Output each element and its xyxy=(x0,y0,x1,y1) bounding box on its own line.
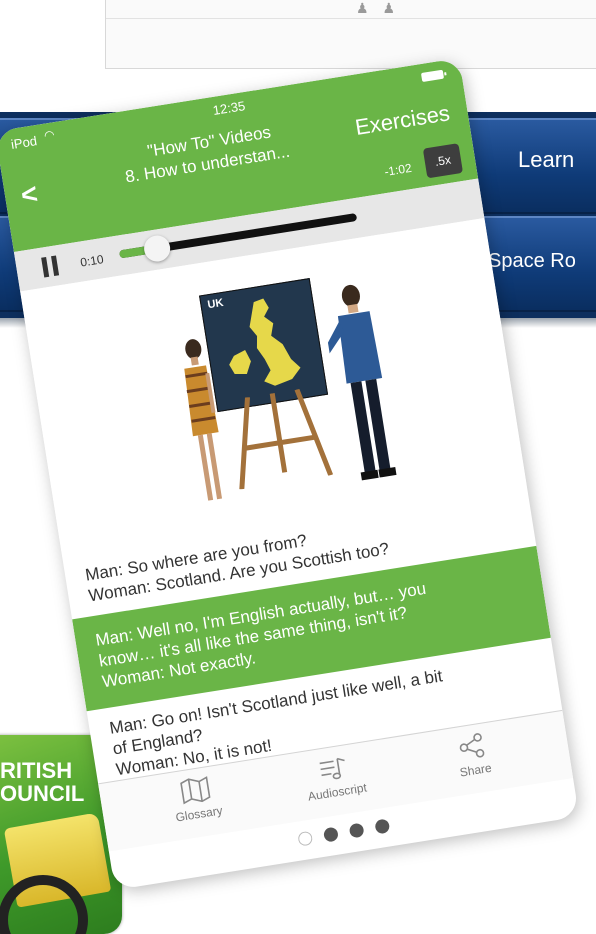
time-elapsed: 0:10 xyxy=(79,252,105,270)
page-dot[interactable] xyxy=(322,826,339,843)
app-icon-text-line2: OUNCIL xyxy=(0,781,85,806)
exercises-button[interactable]: Exercises xyxy=(353,100,451,141)
share-button[interactable]: Share xyxy=(425,727,521,785)
back-chevron-icon[interactable]: < xyxy=(19,178,40,211)
share-icon xyxy=(459,733,485,758)
progress-knob[interactable] xyxy=(142,233,173,264)
page-dot[interactable] xyxy=(297,830,314,847)
map-icon xyxy=(180,776,211,805)
audioscript-button[interactable]: Audioscript xyxy=(287,748,383,806)
background-strip xyxy=(106,18,596,19)
audioscript-label: Audioscript xyxy=(306,780,368,804)
glossary-button[interactable]: Glossary xyxy=(149,770,245,828)
nav-learn-link[interactable]: Learn xyxy=(518,147,574,173)
background-panel: ♟♟ xyxy=(105,0,596,69)
nav-space-link[interactable]: Space Ro xyxy=(488,250,576,273)
pause-icon[interactable] xyxy=(41,255,60,277)
app-icon-text-line1: RITISH xyxy=(0,758,73,783)
easel-icon xyxy=(239,388,334,490)
background-figures-icon: ♟♟ xyxy=(356,0,410,16)
page-dot[interactable] xyxy=(348,822,365,839)
playback-speed-button[interactable]: .5x xyxy=(422,143,464,179)
page-dot[interactable] xyxy=(374,818,391,835)
audioscript-icon xyxy=(319,757,345,780)
glossary-label: Glossary xyxy=(174,803,224,825)
time-remaining: -1:02 xyxy=(383,160,413,179)
share-label: Share xyxy=(458,760,493,780)
